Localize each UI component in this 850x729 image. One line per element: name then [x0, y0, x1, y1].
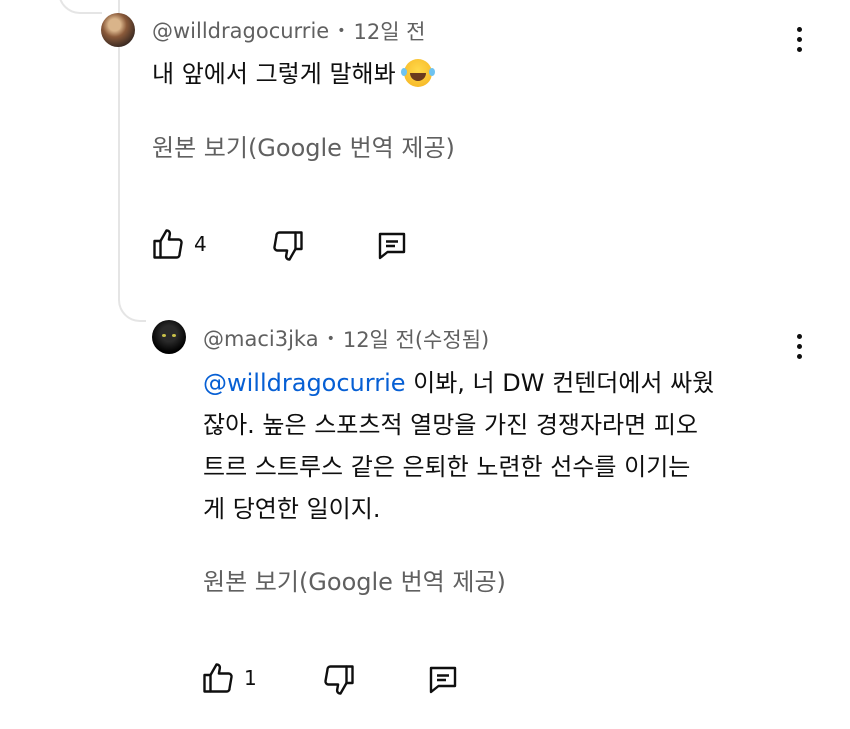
- mention-link[interactable]: @willdragocurrie: [203, 369, 406, 397]
- comment-line: 트르 스트루스 같은 은퇴한 노련한 선수를 이기는: [203, 453, 691, 481]
- avatar[interactable]: [101, 13, 135, 47]
- more-vert-icon[interactable]: [795, 27, 803, 52]
- like-count: 1: [244, 666, 257, 690]
- comment-header: @maci3jka • 12일 전(수정됨): [203, 324, 489, 354]
- reply-button[interactable]: [374, 228, 410, 264]
- author-handle[interactable]: @willdragocurrie: [152, 19, 329, 43]
- thread-connector-top: [58, 0, 102, 14]
- comment-line: 잖아. 높은 스포츠적 열망을 가진 경쟁자라면 피오: [203, 411, 699, 439]
- dislike-icon: [273, 231, 303, 261]
- see-original-link[interactable]: 원본 보기(Google 번역 제공): [152, 128, 455, 163]
- dislike-button[interactable]: [321, 662, 357, 698]
- dislike-button[interactable]: [270, 228, 306, 264]
- reply-button[interactable]: [425, 662, 461, 698]
- comment-body: 내 앞에서 그렇게 말해봐: [152, 60, 396, 88]
- comment-time[interactable]: 12일 전: [353, 16, 425, 46]
- like-icon: [153, 229, 183, 259]
- like-count: 4: [194, 232, 207, 256]
- dislike-icon: [324, 665, 354, 695]
- comment-line: 이봐, 너 DW 컨텐더에서 싸웠: [405, 369, 715, 397]
- like-icon: [203, 663, 233, 693]
- comment-header: @willdragocurrie • 12일 전: [152, 16, 426, 46]
- comment-time[interactable]: 12일 전(수정됨): [343, 324, 489, 354]
- avatar[interactable]: [152, 320, 186, 354]
- comment-line: 게 당연한 일이지.: [203, 495, 381, 523]
- author-handle[interactable]: @maci3jka: [203, 327, 319, 351]
- more-vert-icon[interactable]: [795, 334, 803, 359]
- separator-dot: •: [337, 23, 346, 39]
- thread-connector: [118, 280, 146, 322]
- separator-dot: •: [326, 331, 335, 347]
- reply-icon: [378, 232, 406, 260]
- comment-text: @willdragocurrie 이봐, 너 DW 컨텐더에서 싸웠 잖아. 높…: [203, 362, 714, 530]
- face-with-tears-of-joy-icon: [400, 59, 432, 87]
- comment-text: 내 앞에서 그렇게 말해봐: [152, 54, 432, 94]
- see-original-link[interactable]: 원본 보기(Google 번역 제공): [203, 562, 506, 597]
- like-button[interactable]: 1: [200, 660, 257, 696]
- reply-icon: [429, 666, 457, 694]
- like-button[interactable]: 4: [150, 226, 207, 262]
